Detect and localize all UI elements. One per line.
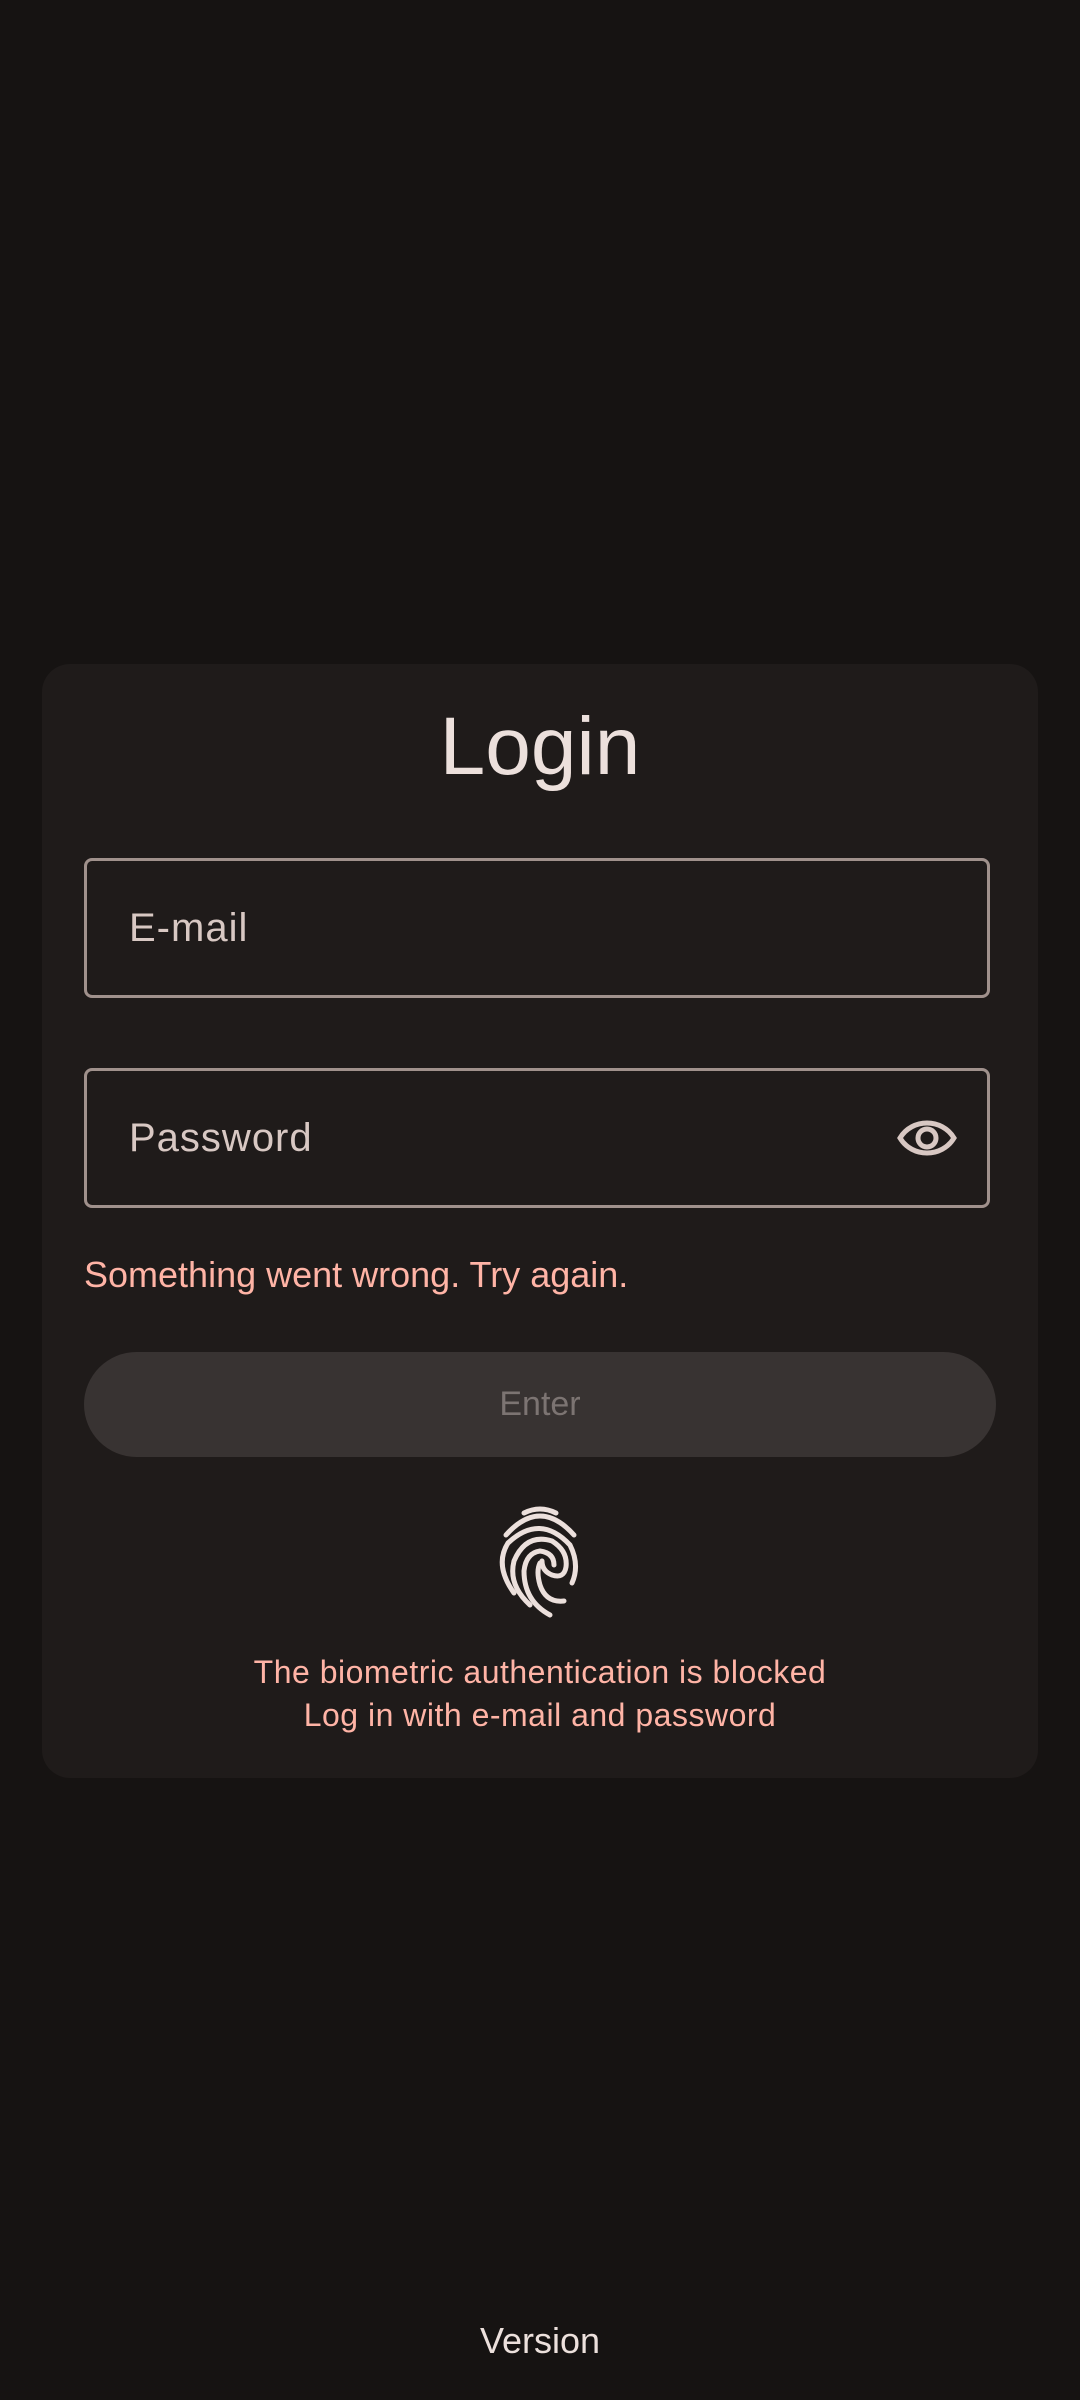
fingerprint-icon[interactable] (490, 1505, 590, 1620)
eye-icon[interactable] (897, 1113, 957, 1163)
email-placeholder: E-mail (129, 906, 249, 950)
version-label: Version (479, 2320, 601, 2361)
email-field[interactable]: E-mail (84, 858, 990, 998)
error-message: Something went wrong. Try again. (84, 1254, 629, 1295)
biometric-hint-text: Log in with e-mail and password (303, 1697, 777, 1733)
password-field[interactable]: Password (84, 1068, 990, 1208)
password-placeholder: Password (129, 1116, 313, 1160)
biometric-blocked-text: The biometric authentication is blocked (253, 1654, 827, 1690)
page-title: Login (439, 701, 641, 792)
enter-button[interactable]: Enter (84, 1352, 996, 1457)
